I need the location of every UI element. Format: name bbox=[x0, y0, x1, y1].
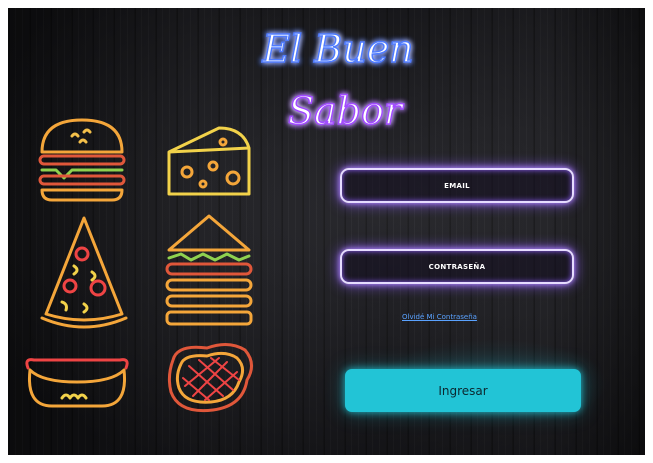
steak-icon bbox=[167, 343, 253, 413]
hotdog-icon bbox=[25, 358, 129, 408]
email-placeholder: EMAIL bbox=[444, 181, 470, 190]
login-button[interactable]: Ingresar bbox=[345, 369, 581, 412]
login-button-label: Ingresar bbox=[438, 383, 488, 398]
cheese-icon bbox=[167, 126, 251, 196]
login-screen: El Buen Sabor EMAIL CONTRASEÑA Olvidé Mi… bbox=[8, 8, 645, 455]
forgot-password-link[interactable]: Olvidé Mi Contraseña bbox=[402, 313, 477, 321]
brand-logo: El Buen Sabor bbox=[261, 26, 415, 134]
pizza-slice-icon bbox=[40, 216, 128, 329]
sandwich-icon bbox=[165, 214, 253, 326]
brand-line-1: El Buen bbox=[261, 27, 413, 71]
password-placeholder: CONTRASEÑA bbox=[428, 262, 486, 271]
password-field[interactable]: CONTRASEÑA bbox=[340, 249, 574, 284]
email-field[interactable]: EMAIL bbox=[340, 168, 574, 203]
burger-icon bbox=[38, 118, 126, 202]
brand-line-2: Sabor bbox=[288, 89, 405, 133]
